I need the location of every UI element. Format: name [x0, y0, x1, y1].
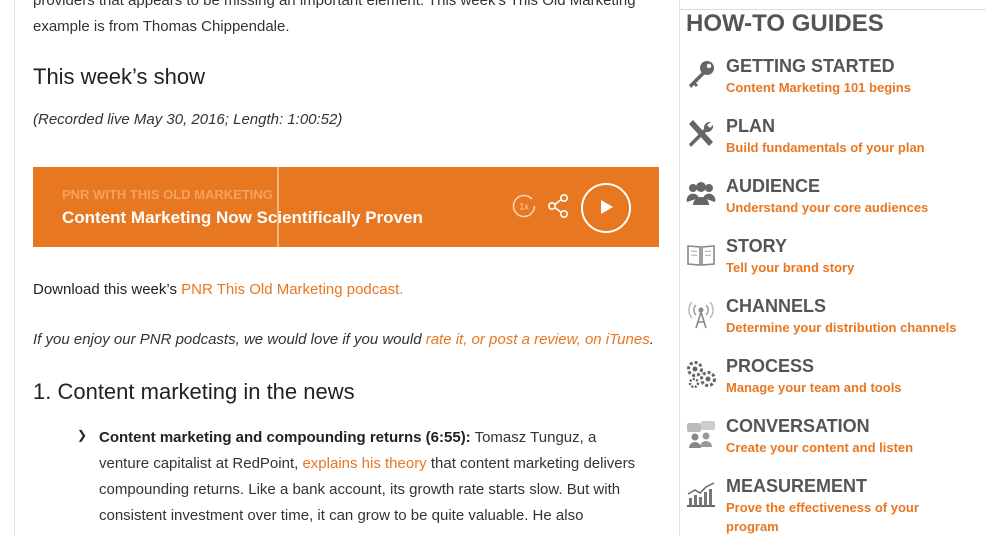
broadcast-icon: [688, 301, 714, 329]
sidebar-title: HOW-TO GUIDES: [686, 10, 884, 37]
guide-subtitle: Manage your team and tools: [726, 380, 902, 395]
news-heading: 1. Content marketing in the news: [33, 379, 355, 404]
share-icon: [547, 193, 569, 218]
explains-theory-link[interactable]: explains his theory: [302, 455, 426, 472]
itunes-suffix: .: [649, 331, 654, 348]
bullet-title: Content marketing and compounding return…: [99, 429, 471, 446]
guide-title: CHANNELS: [726, 296, 827, 316]
guide-title: PROCESS: [726, 356, 815, 376]
guide-story[interactable]: STORY Tell your brand story: [680, 232, 986, 290]
play-icon: [601, 200, 613, 214]
chat-icon: [687, 421, 715, 448]
guide-title: MEASUREMENT: [726, 476, 868, 496]
guide-conversation[interactable]: CONVERSATION Create your content and lis…: [680, 412, 986, 470]
guide-subtitle: Create your content and listen: [726, 440, 914, 455]
recorded-info: (Recorded live May 30, 2016; Length: 1:0…: [33, 111, 343, 128]
play-button[interactable]: [581, 183, 631, 233]
guide-subtitle: Prove the effectiveness of your program: [726, 500, 919, 534]
guide-audience[interactable]: AUDIENCE Understand your core audiences: [680, 172, 986, 230]
player-show-name: PNR WITH THIS OLD MARKETING: [62, 187, 273, 202]
bullet-arrow-icon: ❯: [77, 428, 88, 442]
guide-subtitle: Understand your core audiences: [726, 200, 929, 215]
article-column: providers that appears to be missing an …: [14, 0, 680, 536]
how-to-sidebar: HOW-TO GUIDES GETTING STARTED Content Ma…: [680, 0, 986, 536]
guide-measurement[interactable]: MEASUREMENT Prove the effectiveness of y…: [680, 472, 986, 534]
download-line: Download this week’s PNR This Old Market…: [33, 281, 403, 298]
guide-subtitle: Content Marketing 101 begins: [726, 80, 911, 95]
playback-speed-button[interactable]: 1x: [511, 193, 537, 219]
key-icon: [689, 61, 714, 88]
share-button[interactable]: [546, 193, 570, 219]
itunes-text: If you enjoy our PNR podcasts, we would …: [33, 331, 426, 348]
podcast-player: PNR WITH THIS OLD MARKETING Content Mark…: [33, 167, 659, 247]
tools-icon: [689, 120, 714, 147]
guide-title: PLAN: [726, 116, 775, 136]
download-text: Download this week’s: [33, 281, 182, 298]
guide-process[interactable]: PROCESS Manage your team and tools: [680, 352, 986, 410]
itunes-review-link[interactable]: rate it, or post a review, on iTunes: [426, 331, 650, 348]
show-heading: This week’s show: [33, 64, 205, 89]
download-podcast-link[interactable]: PNR This Old Marketing podcast.: [181, 281, 403, 298]
chart-icon: [687, 482, 715, 507]
guide-title: GETTING STARTED: [726, 56, 895, 76]
intro-paragraph: providers that appears to be missing an …: [33, 0, 636, 35]
book-icon: [687, 245, 715, 266]
guide-channels[interactable]: CHANNELS Determine your distribution cha…: [680, 292, 986, 350]
player-progress-marker[interactable]: [277, 167, 279, 247]
people-icon: [686, 182, 716, 205]
player-episode-title: Content Marketing Now Scientifically Pro…: [62, 208, 423, 227]
guide-title: CONVERSATION: [726, 416, 870, 436]
guide-plan[interactable]: PLAN Build fundamentals of your plan: [680, 112, 986, 170]
guide-title: AUDIENCE: [726, 176, 821, 196]
guide-title: STORY: [726, 236, 788, 256]
itunes-line: If you enjoy our PNR podcasts, we would …: [33, 331, 654, 348]
guide-subtitle: Build fundamentals of your plan: [726, 140, 925, 155]
guide-subtitle: Tell your brand story: [726, 260, 855, 275]
guide-getting-started[interactable]: GETTING STARTED Content Marketing 101 be…: [680, 52, 986, 110]
news-bullet: Content marketing and compounding return…: [99, 425, 639, 529]
guide-subtitle: Determine your distribution channels: [726, 320, 957, 335]
playback-speed-label: 1x: [519, 202, 529, 212]
gears-icon: [687, 361, 716, 389]
